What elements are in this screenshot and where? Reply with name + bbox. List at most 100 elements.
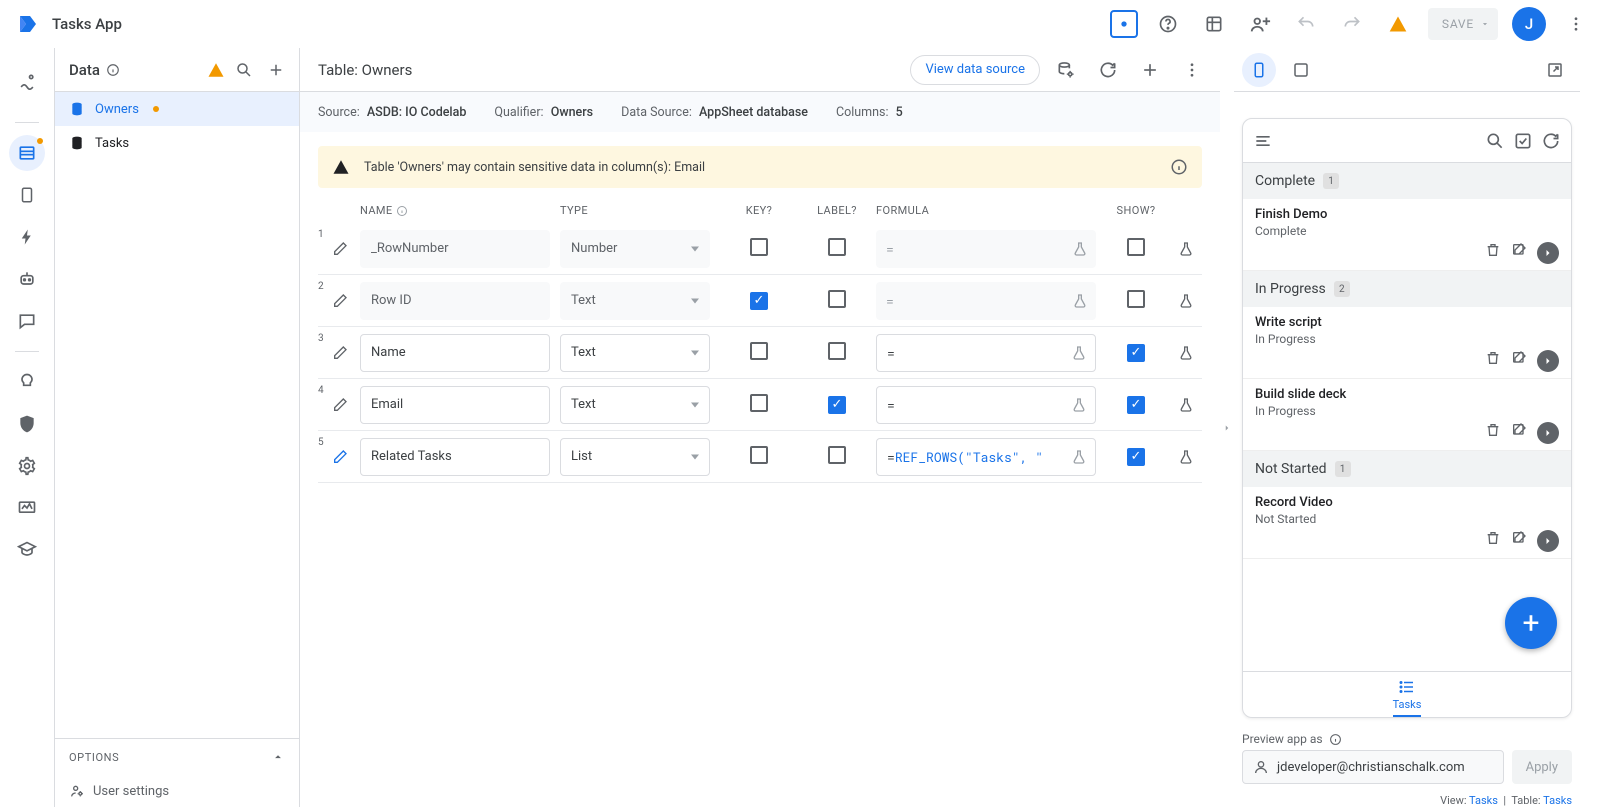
group-header[interactable]: In Progress2 [1243,271,1571,307]
delete-icon[interactable] [1485,350,1501,372]
edit-icon[interactable] [332,449,360,465]
expand-preview-handle[interactable] [1220,48,1234,807]
column-name-field[interactable]: Email [360,386,550,424]
rail-actions-icon[interactable] [9,219,45,255]
show-checkbox[interactable] [1127,396,1145,414]
share-icon[interactable] [1244,8,1276,40]
formula-field[interactable]: = [876,282,1096,320]
warning-icon[interactable] [1382,8,1414,40]
rail-learn-icon[interactable] [9,532,45,568]
key-checkbox[interactable] [750,394,768,412]
flask-icon[interactable] [1072,241,1088,257]
flask-icon[interactable] [1166,293,1206,309]
rail-chat-icon[interactable] [9,303,45,339]
more-icon[interactable] [1560,8,1592,40]
open-icon[interactable] [1537,422,1559,444]
flask-icon[interactable] [1071,345,1087,361]
show-checkbox[interactable] [1127,290,1145,308]
search-icon[interactable] [231,57,257,83]
flask-icon[interactable] [1166,449,1206,465]
group-header[interactable]: Complete1 [1243,163,1571,199]
label-checkbox[interactable] [828,446,846,464]
delete-icon[interactable] [1485,530,1501,552]
rail-data-icon[interactable] [9,135,45,171]
open-icon[interactable] [1537,242,1559,264]
history-icon[interactable] [1198,8,1230,40]
column-type-select[interactable]: Number [560,230,710,268]
footer-table-link[interactable]: Tasks [1543,794,1572,807]
rail-monitor-icon[interactable] [9,490,45,526]
label-checkbox[interactable] [828,238,846,256]
hamburger-icon[interactable] [1253,131,1273,151]
phone-nav-tasks[interactable]: Tasks [1243,671,1571,717]
flask-icon[interactable] [1166,397,1206,413]
rail-home-icon[interactable] [9,64,45,100]
user-settings-item[interactable]: User settings [55,775,299,807]
save-button[interactable]: SAVE [1428,8,1498,40]
device-tablet-icon[interactable] [1284,53,1318,87]
edit-icon[interactable] [1511,242,1527,264]
key-checkbox[interactable] [750,342,768,360]
redo-icon[interactable] [1336,8,1368,40]
flask-icon[interactable] [1166,345,1206,361]
key-checkbox[interactable] [750,446,768,464]
column-name-field[interactable]: Row ID [360,282,550,320]
warning-icon[interactable] [207,61,225,79]
column-type-select[interactable]: Text [560,386,710,424]
delete-icon[interactable] [1485,242,1501,264]
task-item[interactable]: Record VideoNot Started [1243,487,1571,559]
flask-icon[interactable] [1071,449,1087,465]
source-item[interactable]: Owners [55,92,299,126]
flask-icon[interactable] [1072,293,1088,309]
info-icon[interactable] [1170,158,1188,176]
apps-icon[interactable] [1110,10,1138,38]
undo-icon[interactable] [1290,8,1322,40]
edit-icon[interactable] [332,345,360,361]
task-item[interactable]: Build slide deckIn Progress [1243,379,1571,451]
show-checkbox[interactable] [1127,238,1145,256]
edit-icon[interactable] [1511,350,1527,372]
edit-icon[interactable] [332,293,360,309]
rail-settings-icon[interactable] [9,448,45,484]
avatar[interactable]: J [1512,7,1546,41]
key-checkbox[interactable] [750,238,768,256]
task-item[interactable]: Write scriptIn Progress [1243,307,1571,379]
help-icon[interactable] [1152,8,1184,40]
show-checkbox[interactable] [1127,344,1145,362]
label-checkbox[interactable] [828,396,846,414]
edit-icon[interactable] [1511,422,1527,444]
formula-field[interactable]: = [876,334,1096,372]
rail-bot-icon[interactable] [9,261,45,297]
formula-field[interactable]: = REF_ROWS("Tasks", " [876,438,1096,476]
device-mobile-icon[interactable] [1242,53,1276,87]
refresh-icon[interactable] [1092,54,1124,86]
rail-security-icon[interactable] [9,406,45,442]
datasource-settings-icon[interactable] [1050,54,1082,86]
flask-icon[interactable] [1071,397,1087,413]
open-icon[interactable] [1537,350,1559,372]
edit-icon[interactable] [332,397,360,413]
column-name-field[interactable]: Related Tasks [360,438,550,476]
flask-icon[interactable] [1166,241,1206,257]
column-type-select[interactable]: List [560,438,710,476]
column-name-field[interactable]: _RowNumber [360,230,550,268]
apply-button[interactable]: Apply [1512,750,1572,784]
formula-field[interactable]: = [876,230,1096,268]
more-icon[interactable] [1176,54,1208,86]
column-name-field[interactable]: Name [360,334,550,372]
add-icon[interactable] [263,57,289,83]
key-checkbox[interactable] [750,292,768,310]
edit-icon[interactable] [332,241,360,257]
view-data-source-button[interactable]: View data source [910,55,1040,85]
delete-icon[interactable] [1485,422,1501,444]
task-item[interactable]: Finish DemoComplete [1243,199,1571,271]
label-checkbox[interactable] [828,290,846,308]
search-icon[interactable] [1485,131,1505,151]
options-toggle[interactable]: OPTIONS [55,739,299,775]
source-item[interactable]: Tasks [55,126,299,160]
open-icon[interactable] [1537,530,1559,552]
info-icon[interactable] [106,63,120,77]
edit-icon[interactable] [1511,530,1527,552]
column-type-select[interactable]: Text [560,334,710,372]
select-icon[interactable] [1513,131,1533,151]
